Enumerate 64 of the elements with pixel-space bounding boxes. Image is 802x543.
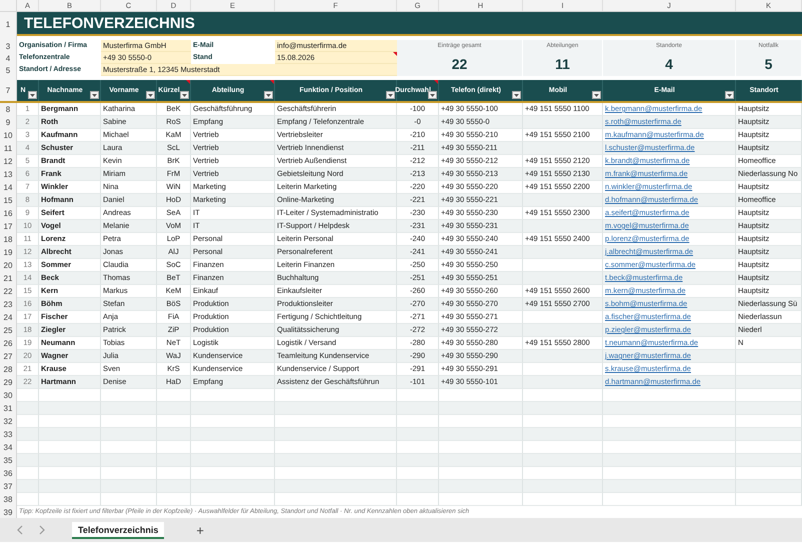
filter-button[interactable]	[146, 91, 155, 99]
dropdown-arrow-icon	[92, 94, 97, 96]
row-number[interactable]: 29	[0, 376, 17, 389]
filter-button[interactable]	[386, 91, 395, 99]
row-number[interactable]: 10	[0, 129, 17, 142]
row-number[interactable]: 25	[0, 324, 17, 337]
filter-button[interactable]	[428, 91, 437, 99]
kpi-value: 4	[603, 52, 736, 76]
dropdown-arrow-icon	[727, 94, 732, 96]
filter-button[interactable]	[180, 91, 189, 99]
dropdown-arrow-icon	[182, 94, 187, 96]
dropdown-arrow-icon	[266, 94, 271, 96]
row-number[interactable]: 11	[0, 142, 17, 155]
dropdown-arrow-icon	[30, 94, 35, 96]
row-number[interactable]: 21	[0, 272, 17, 285]
dropdown-arrow-icon	[514, 94, 519, 96]
row-number[interactable]: 12	[0, 155, 17, 168]
dropdown-arrow-icon	[430, 94, 435, 96]
filter-button[interactable]	[592, 91, 601, 99]
row-number[interactable]: 14	[0, 181, 17, 194]
row-number[interactable]: 36	[0, 467, 17, 480]
dropdown-arrow-icon	[594, 94, 599, 96]
row-number[interactable]: 26	[0, 337, 17, 350]
row-number[interactable]: 3	[0, 40, 17, 52]
filter-button[interactable]	[264, 91, 273, 99]
row-number[interactable]: 5	[0, 64, 17, 76]
filter-button[interactable]	[28, 91, 37, 99]
row-number[interactable]: 17	[0, 220, 17, 233]
row-number[interactable]: 31	[0, 402, 17, 415]
row-number[interactable]: 24	[0, 311, 17, 324]
kpi-value: 22	[397, 52, 523, 76]
row-number[interactable]: 22	[0, 285, 17, 298]
row-number[interactable]: 39	[0, 506, 17, 518]
row-number[interactable]: 34	[0, 441, 17, 454]
filter-button[interactable]	[725, 91, 734, 99]
row-number[interactable]: 38	[0, 493, 17, 506]
add-sheet-button[interactable]: +	[192, 522, 208, 538]
row-number[interactable]: 37	[0, 480, 17, 493]
filter-button[interactable]	[512, 91, 521, 99]
row-number[interactable]: 7	[0, 80, 17, 101]
row-number[interactable]: 35	[0, 454, 17, 467]
kpi-value: 5	[736, 52, 802, 76]
sheet-title: TELEFONVERZEICHNIS	[24, 14, 195, 32]
row-number[interactable]: 1	[0, 12, 17, 36]
dropdown-arrow-icon	[388, 94, 393, 96]
row-number[interactable]: 32	[0, 415, 17, 428]
row-number[interactable]: 33	[0, 428, 17, 441]
row-number[interactable]: 13	[0, 168, 17, 181]
row-number[interactable]: 20	[0, 259, 17, 272]
row-number[interactable]: 4	[0, 52, 17, 64]
row-number[interactable]: 16	[0, 207, 17, 220]
filter-button[interactable]	[90, 91, 99, 99]
row-number[interactable]: 23	[0, 298, 17, 311]
row-number[interactable]: 8	[0, 103, 17, 116]
row-number[interactable]: 19	[0, 246, 17, 259]
sheet-tab[interactable]: Telefonverzeichnis	[72, 522, 164, 538]
kpi-value: 11	[523, 52, 603, 76]
row-number[interactable]: 15	[0, 194, 17, 207]
row-number[interactable]: 28	[0, 363, 17, 376]
row-number[interactable]: 18	[0, 233, 17, 246]
row-number[interactable]: 30	[0, 389, 17, 402]
row-number[interactable]: 27	[0, 350, 17, 363]
row-number[interactable]: 9	[0, 116, 17, 129]
dropdown-arrow-icon	[148, 94, 153, 96]
